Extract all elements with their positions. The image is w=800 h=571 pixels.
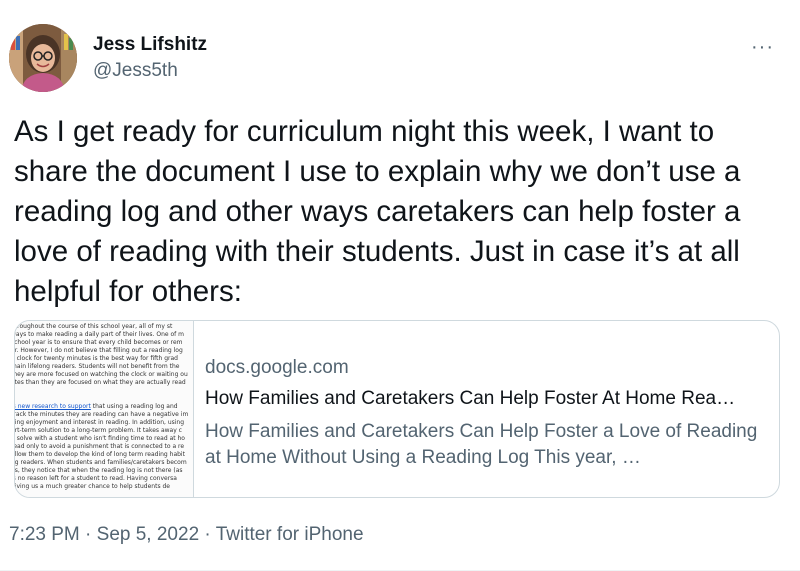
card-domain: docs.google.com bbox=[205, 357, 349, 378]
tweet-meta: 7:23 PM · Sep 5, 2022 · Twitter for iPho… bbox=[9, 524, 364, 546]
meta-separator: · bbox=[79, 524, 97, 545]
thumbnail-text-line: n solve with a student who isn't finding… bbox=[15, 435, 185, 442]
thumbnail-text-line: ates than they are focused on what they … bbox=[15, 379, 186, 386]
link-card[interactable]: throughout the course of this school yea… bbox=[14, 320, 780, 498]
more-options-icon[interactable]: ··· bbox=[751, 36, 774, 59]
thumbnail-text-line: track the minutes they are reading can h… bbox=[15, 411, 189, 418]
card-title: How Families and Caretakers Can Help Fos… bbox=[205, 388, 736, 409]
tweet-time[interactable]: 7:23 PM bbox=[9, 524, 80, 545]
thumbnail-text-line: read only to avoid a punishment that is … bbox=[15, 443, 185, 450]
tweet-date[interactable]: Sep 5, 2022 bbox=[97, 524, 199, 545]
thumbnail-text-line: allow them to develop the kind of long t… bbox=[15, 451, 185, 458]
thumbnail-text-line: ort-term solution to a long-term problem… bbox=[15, 427, 182, 434]
author-name[interactable]: Jess Lifshitz bbox=[93, 34, 207, 56]
thumbnail-text-line: they are more focused on watching the cl… bbox=[15, 371, 188, 378]
thumbnail-text-line: main lifelong readers. Students will not… bbox=[15, 363, 180, 370]
thumbnail-text-line: is new research to support that using a … bbox=[15, 403, 178, 411]
author-handle[interactable]: @Jess5th bbox=[93, 60, 178, 82]
document-thumbnail: throughout the course of this school yea… bbox=[15, 321, 194, 497]
avatar[interactable] bbox=[9, 24, 77, 92]
thumbnail-text-line: a clock for twenty minutes is the best w… bbox=[15, 355, 178, 362]
tweet-source[interactable]: Twitter for iPhone bbox=[216, 524, 364, 545]
thumbnail-text-line: ps, they notice that when the reading lo… bbox=[15, 467, 183, 474]
meta-separator: · bbox=[199, 524, 216, 545]
thumbnail-text-line: ng readers. When students and families/c… bbox=[15, 459, 187, 466]
card-description: How Families and Caretakers Can Help Fos… bbox=[205, 421, 758, 468]
thumbnail-text-line: ding enjoyment and interest in reading. … bbox=[15, 419, 185, 426]
thumbnail-text-line: er. However, I do not believe that filli… bbox=[15, 347, 183, 354]
thumbnail-text-line: ways to make reading a daily part of the… bbox=[15, 331, 185, 338]
tweet-text: As I get ready for curriculum night this… bbox=[14, 115, 741, 308]
user-avatar-icon bbox=[9, 24, 77, 92]
thumbnail-text-line: throughout the course of this school yea… bbox=[15, 323, 173, 330]
thumbnail-text-line: is no reason left for a student to read.… bbox=[15, 475, 177, 482]
thumbnail-text-line: school year is to ensure that every chil… bbox=[15, 339, 183, 346]
thumbnail-text-line: giving us a much greater chance to help … bbox=[15, 483, 170, 490]
thumbnail-link-text: is new research to support bbox=[15, 403, 91, 410]
